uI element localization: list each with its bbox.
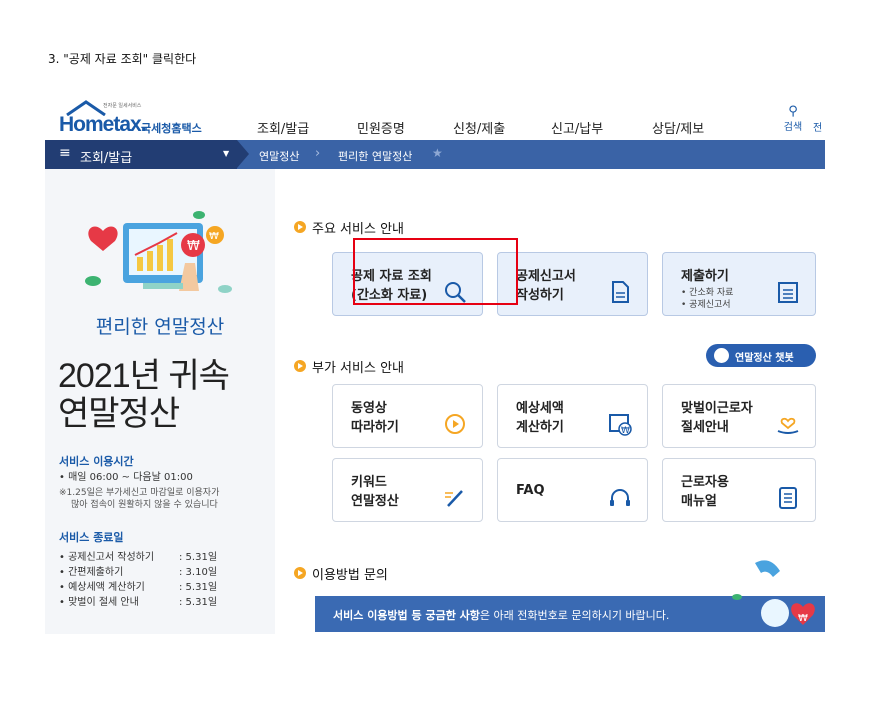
section-bullet-icon [294, 221, 306, 233]
menu-inquiry[interactable]: 조회/발급 [257, 118, 309, 137]
chatbot-button[interactable]: 연말정산 챗봇 [706, 344, 816, 367]
service-hours-line: • 매일 06:00 ~ 다음날 01:00 [59, 472, 193, 483]
service-end-row: • 간편제출하기: 3.10일 [59, 567, 218, 578]
svg-text:₩: ₩ [621, 426, 630, 436]
card-sub-label: • 간소화 자료 [681, 288, 734, 298]
card-label: FAQ [516, 483, 545, 498]
tax-estimate-button[interactable]: 예상세액계산하기 ₩ [497, 384, 648, 448]
extra-services-heading: 부가 서비스 안내 [312, 361, 404, 376]
breadcrumb-separator-icon: › [315, 146, 321, 161]
year-heading-line1: 2021년 귀속 [58, 357, 230, 395]
hamburger-icon: ≡ [59, 145, 71, 161]
breadcrumb-bar: ≡ 조회/발급 ▼ 연말정산 › 편리한 연말정산 ★ [45, 140, 825, 169]
caret-down-icon: ▼ [223, 149, 230, 158]
banner-text: 은 아래 전화번호로 문의하시기 바랍니다. [479, 609, 670, 622]
screenshot: 3. "공제 자료 조회" 클릭한다 전자문 일세서비스 Hometax. 국세… [0, 0, 885, 710]
card-label: 키워드 [351, 475, 387, 490]
service-hours-note: 많아 접속이 원활하지 않을 수 있습니다 [71, 500, 218, 510]
year-heading: 2021년 귀속 연말정산 [58, 357, 230, 433]
manual-icon [779, 487, 797, 509]
card-label: 제출하기 [681, 269, 729, 284]
card-sub-label: • 공제신고서 [681, 300, 731, 310]
submit-button[interactable]: 제출하기 • 간소화 자료 • 공제신고서 [662, 252, 816, 316]
logo-sub-text: 국세청홈택스 [141, 122, 202, 135]
card-label: 매뉴얼 [681, 494, 717, 509]
logo-main-text: Hometax. [59, 113, 147, 136]
card-label: 연말정산 [351, 494, 399, 509]
calculator-icon: ₩ [609, 414, 632, 436]
section-bullet-icon [294, 567, 306, 579]
printer-icon [778, 282, 798, 303]
hometax-page: 전자문 일세서비스 Hometax. 국세청홈택스 조회/발급 민원증명 신청/… [45, 96, 825, 634]
top-header: 전자문 일세서비스 Hometax. 국세청홈택스 조회/발급 민원증명 신청/… [45, 96, 825, 140]
nav-arrow [237, 140, 249, 168]
card-label: 공제신고서 [516, 269, 576, 284]
menu-cut-label[interactable]: 전 [813, 119, 822, 134]
section-bullet-icon [294, 360, 306, 372]
service-end-row: • 예상세액 계산하기: 5.31일 [59, 582, 218, 593]
play-icon [445, 414, 465, 434]
headset-icon [610, 489, 630, 506]
menu-application[interactable]: 신청/제출 [453, 118, 505, 137]
worker-manual-button[interactable]: 근로자용매뉴얼 [662, 458, 816, 522]
svg-text:₩: ₩ [798, 613, 808, 624]
service-end-row: • 공제신고서 작성하기: 5.31일 [59, 552, 218, 563]
dual-income-guide-button[interactable]: 맞벌이근로자절세안내 [662, 384, 816, 448]
chatbot-label: 연말정산 챗봇 [735, 353, 794, 364]
menu-consult[interactable]: 상담/제보 [652, 118, 704, 137]
card-label: 절세안내 [681, 420, 729, 435]
pencil-icon [445, 490, 463, 507]
svg-text:₩: ₩ [209, 231, 219, 242]
breadcrumb-item[interactable]: 편리한 연말정산 [338, 148, 412, 164]
banner-bold-text: 서비스 이용방법 등 궁금한 사항 [333, 609, 480, 622]
service-hours-note: ※1.25일은 부가세신고 마감일로 이용자가 [59, 488, 220, 498]
hands-heart-icon [777, 417, 799, 434]
search-icon: ⚲ [788, 104, 798, 119]
year-heading-line2: 연말정산 [58, 395, 180, 433]
search-label: 검색 [783, 122, 803, 133]
logo-small-text: 전자문 일세서비스 [103, 103, 142, 109]
card-label: 동영상 [351, 401, 387, 416]
highlight-box [353, 238, 518, 305]
service-hours-title: 서비스 이용시간 [59, 455, 134, 468]
hometax-logo[interactable]: 전자문 일세서비스 Hometax. 국세청홈택스 [53, 100, 213, 136]
chatbot-icon [714, 348, 729, 363]
main-services-heading: 주요 서비스 안내 [312, 222, 404, 237]
video-tutorial-button[interactable]: 동영상따라하기 [332, 384, 483, 448]
document-icon [612, 281, 629, 303]
faq-button[interactable]: FAQ [497, 458, 648, 522]
menu-dropdown-label: 조회/발급 [80, 151, 133, 166]
breadcrumb-item[interactable]: 연말정산 [259, 148, 299, 164]
contact-heading: 이용방법 문의 [312, 568, 388, 583]
menu-report[interactable]: 신고/납부 [551, 118, 603, 137]
card-label: 따라하기 [351, 420, 399, 435]
write-deduction-form-button[interactable]: 공제신고서작성하기 [497, 252, 648, 316]
card-label: 작성하기 [516, 288, 564, 303]
phone-heart-illustration: ₩ [732, 560, 815, 627]
card-label: 맞벌이근로자 [681, 401, 753, 416]
keyword-yearend-button[interactable]: 키워드연말정산 [332, 458, 483, 522]
panel-title: 편리한 연말정산 [95, 316, 225, 338]
favorite-star-icon[interactable]: ★ [432, 146, 443, 160]
card-label: 근로자용 [681, 475, 729, 490]
menu-certificate[interactable]: 민원증명 [357, 118, 405, 137]
card-label: 계산하기 [516, 420, 564, 435]
service-end-row: • 맞벌이 절세 안내: 5.31일 [59, 597, 218, 608]
menu-dropdown[interactable]: ≡ 조회/발급 ▼ [45, 140, 237, 169]
service-end-title: 서비스 종료일 [59, 531, 124, 544]
left-info-panel: ₩ ₩ 편리한 연말정산 2021년 귀속 연말정산 서비스 이용시간 • 매일… [45, 169, 275, 634]
svg-text:₩: ₩ [187, 239, 200, 254]
card-label: 예상세액 [516, 401, 564, 416]
instruction-caption: 3. "공제 자료 조회" 클릭한다 [48, 52, 197, 66]
year-end-illustration: ₩ ₩ [85, 211, 232, 293]
search-button[interactable]: ⚲ 검색 [778, 104, 808, 133]
